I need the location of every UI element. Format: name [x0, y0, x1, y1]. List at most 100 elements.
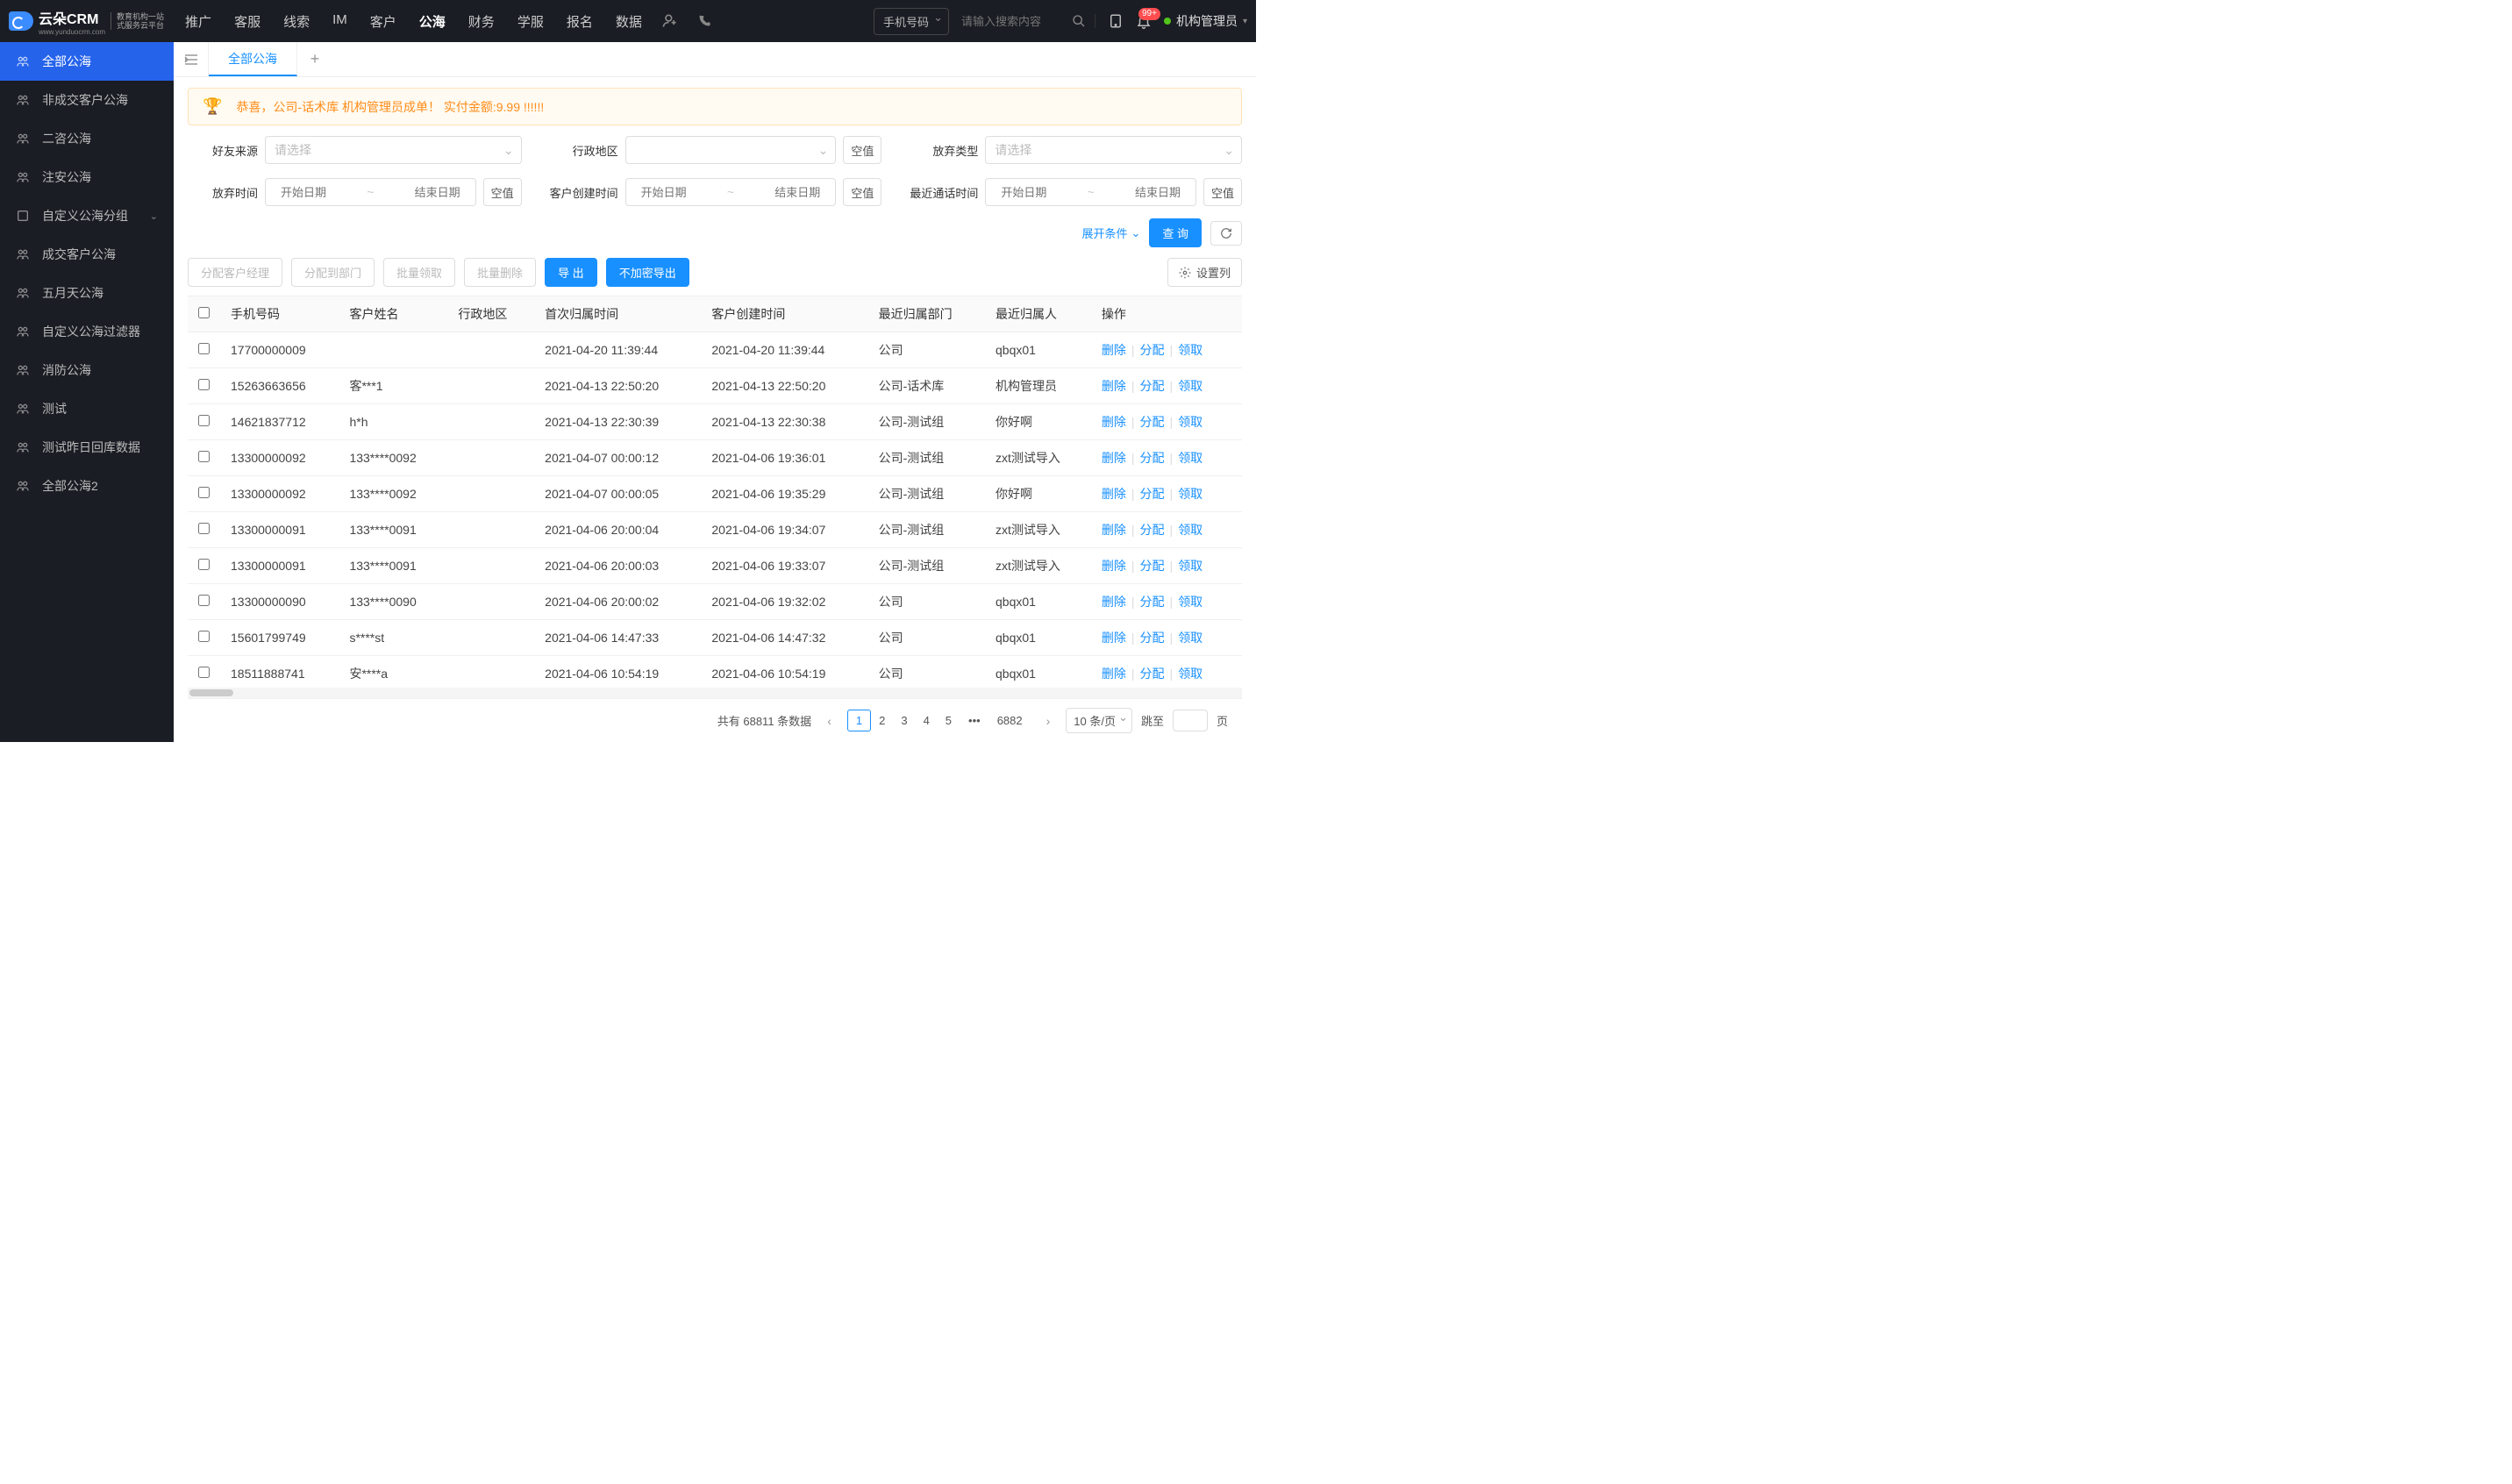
row-claim-link[interactable]: 领取 — [1178, 667, 1202, 681]
abandon-start-input[interactable] — [273, 186, 334, 199]
export-button[interactable]: 导 出 — [545, 258, 597, 287]
last-page-button[interactable]: 6882 — [989, 710, 1031, 731]
row-claim-link[interactable]: 领取 — [1178, 595, 1202, 609]
row-claim-link[interactable]: 领取 — [1178, 631, 1202, 645]
region-select[interactable] — [625, 136, 837, 164]
row-claim-link[interactable]: 领取 — [1178, 343, 1202, 357]
row-claim-link[interactable]: 领取 — [1178, 559, 1202, 573]
prev-page-button[interactable]: ‹ — [820, 710, 839, 731]
row-delete-link[interactable]: 删除 — [1102, 379, 1126, 393]
search-input[interactable] — [961, 15, 1067, 28]
create-end-input[interactable] — [767, 186, 828, 199]
row-checkbox[interactable] — [198, 523, 210, 534]
nav-item-9[interactable]: 数据 — [612, 12, 646, 31]
row-checkbox[interactable] — [198, 451, 210, 462]
search-type-select[interactable]: 手机号码 — [874, 8, 949, 35]
sidebar-item-10[interactable]: 测试昨日回库数据 — [0, 428, 174, 467]
row-delete-link[interactable]: 删除 — [1102, 667, 1126, 681]
row-assign-link[interactable]: 分配 — [1140, 595, 1165, 609]
call-end-input[interactable] — [1127, 186, 1188, 199]
select-all-checkbox[interactable] — [198, 307, 210, 318]
sidebar-item-1[interactable]: 非成交客户公海 — [0, 81, 174, 119]
row-delete-link[interactable]: 删除 — [1102, 415, 1126, 429]
row-assign-link[interactable]: 分配 — [1140, 415, 1165, 429]
abandon-end-input[interactable] — [407, 186, 468, 199]
row-assign-link[interactable]: 分配 — [1140, 379, 1165, 393]
row-claim-link[interactable]: 领取 — [1178, 487, 1202, 501]
search-icon[interactable] — [1072, 14, 1086, 28]
nav-item-3[interactable]: IM — [329, 12, 351, 31]
tab-all-public-sea[interactable]: 全部公海 — [209, 42, 297, 76]
page-number-5[interactable]: 5 — [938, 710, 960, 731]
add-user-icon[interactable] — [661, 12, 679, 30]
abandon-time-range[interactable]: ~ — [265, 178, 476, 206]
sidebar-item-0[interactable]: 全部公海 — [0, 42, 174, 81]
nav-item-7[interactable]: 学服 — [514, 12, 547, 31]
nav-item-4[interactable]: 客户 — [367, 12, 400, 31]
create-null-button[interactable]: 空值 — [843, 178, 881, 206]
row-delete-link[interactable]: 删除 — [1102, 487, 1126, 501]
sidebar-item-6[interactable]: 五月天公海 — [0, 274, 174, 312]
row-assign-link[interactable]: 分配 — [1140, 343, 1165, 357]
page-number-1[interactable]: 1 — [847, 710, 871, 731]
source-select[interactable]: 请选择 — [265, 136, 522, 164]
tablet-icon[interactable] — [1108, 13, 1124, 29]
row-claim-link[interactable]: 领取 — [1178, 451, 1202, 465]
create-time-range[interactable]: ~ — [625, 178, 837, 206]
row-claim-link[interactable]: 领取 — [1178, 415, 1202, 429]
set-columns-button[interactable]: 设置列 — [1167, 258, 1242, 287]
row-assign-link[interactable]: 分配 — [1140, 559, 1165, 573]
search-button[interactable]: 查 询 — [1149, 218, 1202, 247]
call-start-input[interactable] — [993, 186, 1054, 199]
row-delete-link[interactable]: 删除 — [1102, 451, 1126, 465]
row-claim-link[interactable]: 领取 — [1178, 379, 1202, 393]
row-checkbox[interactable] — [198, 595, 210, 606]
row-assign-link[interactable]: 分配 — [1140, 487, 1165, 501]
sidebar-item-3[interactable]: 注安公海 — [0, 158, 174, 196]
sidebar-item-9[interactable]: 测试 — [0, 389, 174, 428]
row-delete-link[interactable]: 删除 — [1102, 595, 1126, 609]
row-checkbox[interactable] — [198, 415, 210, 426]
nav-item-1[interactable]: 客服 — [231, 12, 264, 31]
sidebar-item-2[interactable]: 二咨公海 — [0, 119, 174, 158]
row-checkbox[interactable] — [198, 559, 210, 570]
page-number-4[interactable]: 4 — [916, 710, 938, 731]
refresh-button[interactable] — [1210, 221, 1242, 246]
expand-filters-link[interactable]: 展开条件⌄ — [1081, 225, 1140, 241]
nav-item-2[interactable]: 线索 — [280, 12, 313, 31]
sidebar-item-5[interactable]: 成交客户公海 — [0, 235, 174, 274]
row-assign-link[interactable]: 分配 — [1140, 451, 1165, 465]
row-checkbox[interactable] — [198, 343, 210, 354]
row-delete-link[interactable]: 删除 — [1102, 559, 1126, 573]
assign-dept-button[interactable]: 分配到部门 — [291, 258, 375, 287]
nav-item-8[interactable]: 报名 — [563, 12, 596, 31]
row-checkbox[interactable] — [198, 631, 210, 642]
row-checkbox[interactable] — [198, 487, 210, 498]
abandon-type-select[interactable]: 请选择 — [985, 136, 1242, 164]
nav-item-6[interactable]: 财务 — [465, 12, 498, 31]
assign-manager-button[interactable]: 分配客户经理 — [188, 258, 282, 287]
call-null-button[interactable]: 空值 — [1203, 178, 1242, 206]
add-tab-button[interactable]: + — [297, 42, 332, 76]
phone-icon[interactable] — [696, 13, 712, 29]
sidebar-item-8[interactable]: 消防公海 — [0, 351, 174, 389]
logo[interactable]: 云朵CRM www.yunduocrm.com 教育机构一站式服务云平台 — [9, 7, 164, 36]
row-delete-link[interactable]: 删除 — [1102, 523, 1126, 537]
sidebar-item-7[interactable]: 自定义公海过滤器 — [0, 312, 174, 351]
row-assign-link[interactable]: 分配 — [1140, 523, 1165, 537]
page-number-2[interactable]: 2 — [871, 710, 893, 731]
sidebar-item-4[interactable]: 自定义公海分组⌄ — [0, 196, 174, 235]
abandon-null-button[interactable]: 空值 — [483, 178, 522, 206]
jump-page-input[interactable] — [1173, 710, 1208, 731]
next-page-button[interactable]: › — [1039, 710, 1058, 731]
row-assign-link[interactable]: 分配 — [1140, 631, 1165, 645]
export-unencrypted-button[interactable]: 不加密导出 — [606, 258, 689, 287]
nav-item-5[interactable]: 公海 — [416, 12, 449, 31]
bell-icon[interactable]: 99+ — [1136, 13, 1152, 29]
region-null-button[interactable]: 空值 — [843, 136, 881, 164]
bulk-delete-button[interactable]: 批量删除 — [464, 258, 536, 287]
row-assign-link[interactable]: 分配 — [1140, 667, 1165, 681]
bulk-claim-button[interactable]: 批量领取 — [383, 258, 455, 287]
row-delete-link[interactable]: 删除 — [1102, 631, 1126, 645]
sidebar-toggle-icon[interactable] — [174, 42, 209, 76]
